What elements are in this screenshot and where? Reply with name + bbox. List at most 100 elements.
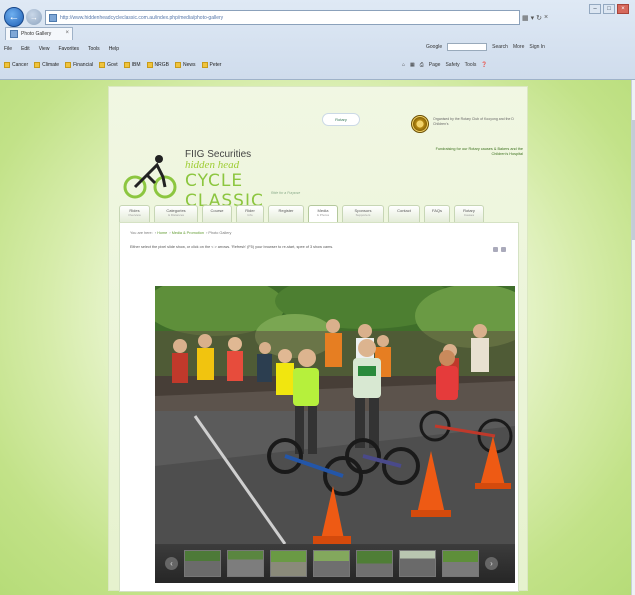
- site-nav: Rides Overview Categories & Distances Cour…: [119, 205, 519, 222]
- event-logo[interactable]: FIIG Securities hidden head CYCLE CLASSI…: [121, 149, 321, 211]
- menu-file[interactable]: File: [4, 46, 12, 52]
- breadcrumb-prefix: You are here:: [130, 231, 153, 235]
- thumbnail[interactable]: [356, 550, 393, 577]
- fav-financial[interactable]: Financial: [65, 62, 93, 68]
- nav-tab-categories[interactable]: Categories & Distances: [154, 205, 198, 222]
- fav-cancer[interactable]: Cancer: [4, 62, 28, 68]
- safety-menu[interactable]: Safety: [445, 62, 459, 68]
- sign-in-button[interactable]: Sign In: [529, 44, 545, 50]
- nav-tab-faqs[interactable]: FAQs: [424, 205, 450, 222]
- breadcrumb-section[interactable]: Media & Promotion: [172, 231, 204, 235]
- folder-icon: [146, 62, 153, 68]
- fav-ibm[interactable]: IBM: [123, 62, 141, 68]
- fav-nrgb[interactable]: NRGB: [146, 62, 169, 68]
- gallery-instructions: Either select the pixel slide show, or c…: [130, 245, 334, 249]
- breadcrumb-home[interactable]: Home: [157, 231, 167, 235]
- folder-icon: [34, 62, 41, 68]
- nav-tab-course[interactable]: Course: [202, 205, 232, 222]
- more-button[interactable]: More: [513, 44, 524, 50]
- thumbnail[interactable]: [313, 550, 350, 577]
- rss-icon[interactable]: ▦: [410, 62, 415, 68]
- nav-tab-rotary[interactable]: Rotary Causes: [454, 205, 484, 222]
- close-window-button[interactable]: ×: [617, 4, 629, 14]
- folder-icon: [4, 62, 10, 68]
- address-url[interactable]: http://www.hiddenheadcycleclassic.com.au…: [60, 15, 223, 21]
- search-input[interactable]: [447, 43, 488, 51]
- folder-icon: [175, 62, 181, 68]
- thumbnail[interactable]: [227, 550, 264, 577]
- folder-icon: [99, 62, 106, 68]
- nav-label: FAQs: [431, 208, 442, 213]
- maximize-button[interactable]: □: [603, 4, 615, 14]
- site-container: Rotary Organised by the Rotary Club of K…: [108, 86, 528, 592]
- tools-menu[interactable]: Tools: [465, 62, 477, 68]
- fav-label: Financial: [73, 62, 94, 68]
- prev-arrow-icon[interactable]: ‹: [165, 557, 178, 570]
- back-arrow-icon[interactable]: ←: [4, 7, 24, 27]
- help-icon[interactable]: ❓: [481, 62, 487, 68]
- thumbnail[interactable]: [442, 550, 479, 577]
- refresh-icon[interactable]: ↻: [536, 14, 542, 22]
- thumbnail[interactable]: [184, 550, 221, 577]
- command-bar: ⌂ ▦ ⎙ Page Safety Tools ❓: [402, 58, 488, 72]
- nav-sub: & Distances: [167, 213, 184, 217]
- nav-tab-contact[interactable]: Contact: [388, 205, 420, 222]
- rotary-text: Organised by the Rotary Club of Kooyong …: [433, 117, 514, 126]
- compat-icon[interactable]: ▦: [522, 14, 529, 22]
- fav-label: Peter: [209, 62, 222, 68]
- folder-icon: [201, 62, 208, 68]
- breadcrumb: You are here: › Home › Media & Promotion…: [130, 231, 232, 235]
- tab-title: Photo Gallery: [21, 31, 52, 37]
- thumbnail[interactable]: [270, 550, 307, 577]
- folder-icon: [65, 62, 72, 68]
- nav-tab-rides[interactable]: Rides Overview: [119, 205, 150, 222]
- print-icon[interactable]: ⎙: [420, 62, 424, 68]
- minimize-button[interactable]: –: [589, 4, 601, 14]
- thumbnail[interactable]: [399, 550, 436, 577]
- photo-gallery: ‹ ›: [155, 286, 515, 583]
- print-icon[interactable]: [493, 247, 498, 252]
- fav-peter[interactable]: Peter: [201, 62, 222, 68]
- address-bar[interactable]: http://www.hiddenheadcycleclassic.com.au…: [45, 10, 520, 25]
- page-menu[interactable]: Page: [429, 62, 441, 68]
- nav-tab-media[interactable]: Media & Photos: [308, 205, 338, 222]
- menu-edit[interactable]: Edit: [21, 46, 30, 52]
- fav-govt[interactable]: Govt: [99, 62, 118, 68]
- search-provider[interactable]: Google: [426, 44, 442, 50]
- search-dropdown-icon[interactable]: ▾: [531, 14, 535, 22]
- nav-tab-sponsors[interactable]: Sponsors Supporters: [342, 205, 384, 222]
- thumbnail-strip: ‹ ›: [155, 544, 515, 583]
- fav-label: Climate: [42, 62, 60, 68]
- menu-view[interactable]: View: [39, 46, 50, 52]
- tab-favicon-icon: [10, 30, 18, 38]
- vertical-scrollbar[interactable]: [631, 80, 635, 595]
- folder-icon: [123, 62, 130, 68]
- nav-sub: & Photos: [316, 213, 330, 217]
- stop-icon[interactable]: ×: [544, 14, 548, 21]
- fav-news[interactable]: News: [175, 62, 196, 68]
- home-icon[interactable]: ⌂: [402, 62, 405, 68]
- gallery-main-photo[interactable]: [155, 286, 515, 544]
- nav-tab-rider[interactable]: Rider Info: [236, 205, 264, 222]
- fav-label: NRGB: [154, 62, 169, 68]
- browser-chrome: ← → http://www.hiddenheadcycleclassic.co…: [0, 0, 635, 80]
- next-arrow-icon[interactable]: ›: [485, 557, 498, 570]
- search-button[interactable]: Search: [492, 44, 508, 50]
- fav-climate[interactable]: Climate: [34, 62, 59, 68]
- event-name-top: hidden head: [185, 159, 240, 171]
- menu-favorites[interactable]: Favorites: [58, 46, 79, 52]
- tab-close-icon[interactable]: ×: [65, 30, 69, 36]
- partner-badge[interactable]: Rotary: [322, 113, 360, 126]
- menu-tools[interactable]: Tools: [88, 46, 100, 52]
- nav-sub: Supporters: [355, 213, 371, 217]
- fav-label: IBM: [131, 62, 141, 68]
- menu-help[interactable]: Help: [109, 46, 119, 52]
- search-toolbar: Google Search More Sign In: [426, 43, 545, 51]
- favorites-bar: Cancer Climate Financial Govt IBM NRGB N…: [0, 58, 635, 72]
- fundraising-text: Fundraising for our Rotary causes & Bake…: [435, 147, 523, 156]
- email-icon[interactable]: [501, 247, 506, 252]
- browser-tab[interactable]: Photo Gallery ×: [5, 27, 73, 40]
- rotary-logo-icon: [411, 115, 429, 133]
- forward-arrow-icon[interactable]: →: [26, 9, 42, 25]
- nav-tab-register[interactable]: Register: [268, 205, 304, 222]
